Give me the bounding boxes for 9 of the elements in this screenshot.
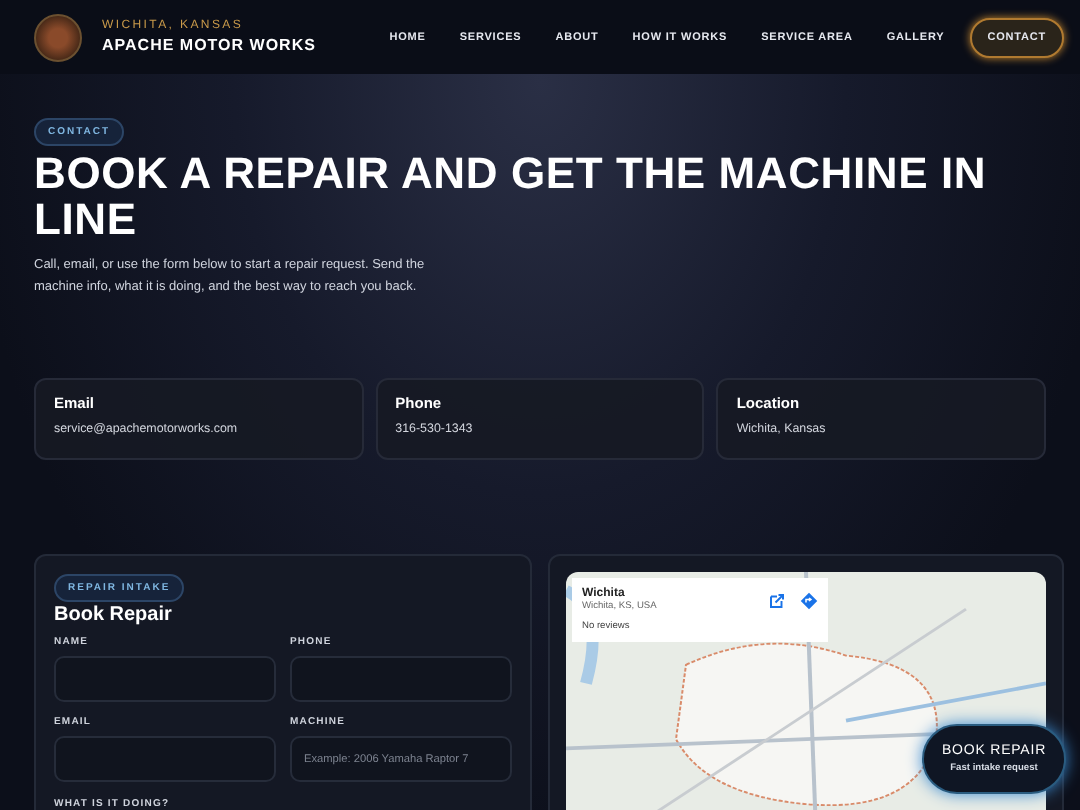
form-title: Book Repair — [54, 604, 172, 626]
logo-badge-icon — [34, 13, 82, 61]
open-external-icon[interactable] — [768, 592, 786, 610]
directions-icon[interactable] — [800, 592, 818, 610]
page-heading: BOOK A REPAIR AND GET THE MACHINE IN LINE — [34, 150, 989, 242]
brand-name: APACHE MOTOR WORKS — [102, 36, 316, 54]
input-field[interactable] — [54, 656, 276, 702]
input-field[interactable] — [290, 656, 512, 702]
input-field[interactable] — [54, 736, 276, 782]
